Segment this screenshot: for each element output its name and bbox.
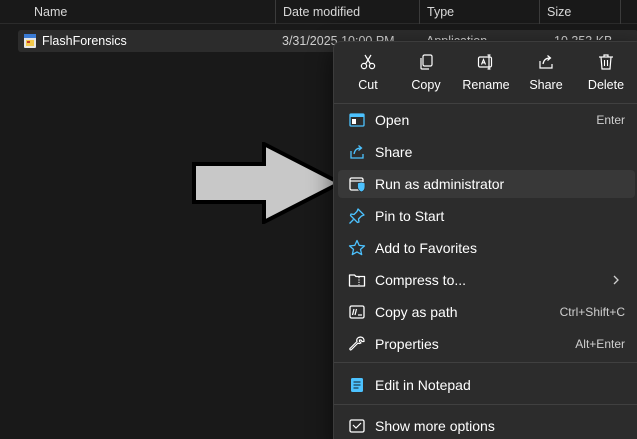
trash-icon	[599, 54, 613, 70]
file-name: FlashForensics	[42, 34, 127, 48]
shield-window-icon	[349, 177, 366, 193]
menu-item-show-more-options-label: Show more options	[375, 418, 495, 434]
column-header-date-modified[interactable]: Date modified	[276, 0, 419, 24]
copy-label: Copy	[411, 78, 441, 92]
menu-item-run-as-administrator-label: Run as administrator	[375, 176, 505, 192]
menu-item-copy-as-path-label: Copy as path	[375, 304, 458, 320]
sort-caret-icon: ⌃	[146, 0, 156, 4]
more-options-icon	[349, 419, 365, 433]
share-icon	[350, 145, 364, 159]
quick-actions-bar: Cut Copy Rename Share Delete	[334, 42, 637, 100]
menu-item-add-to-favorites[interactable]: Add to Favorites	[338, 234, 635, 262]
path-icon	[349, 305, 365, 319]
zip-folder-icon	[348, 274, 366, 287]
menu-item-run-as-administrator[interactable]: Run as administrator	[338, 170, 635, 198]
menu-item-compress-to[interactable]: Compress to...	[338, 266, 635, 294]
scissors-icon	[360, 54, 376, 70]
window-icon	[349, 113, 365, 127]
column-header-size[interactable]: Size	[540, 0, 620, 24]
rename-icon	[477, 54, 493, 70]
menu-item-pin-to-start[interactable]: Pin to Start	[338, 202, 635, 230]
menu-separator	[334, 103, 637, 104]
menu-item-open[interactable]: Open Enter	[338, 106, 635, 134]
delete-button[interactable]: Delete	[577, 48, 635, 96]
share-quick-label: Share	[529, 78, 563, 92]
menu-item-add-to-favorites-label: Add to Favorites	[375, 240, 477, 256]
menu-item-copy-as-path-shortcut: Ctrl+Shift+C	[559, 305, 625, 319]
context-menu: Cut Copy Rename Share Delete Open Enter …	[333, 41, 637, 439]
share-icon	[539, 55, 553, 69]
column-header-type[interactable]: Type	[420, 0, 539, 24]
menu-item-compress-to-label: Compress to...	[375, 272, 467, 288]
menu-item-edit-in-notepad[interactable]: Edit in Notepad	[338, 371, 635, 399]
menu-item-properties[interactable]: Properties Alt+Enter	[338, 330, 635, 358]
menu-item-pin-to-start-label: Pin to Start	[375, 208, 445, 224]
share-quick-button[interactable]: Share	[517, 48, 575, 96]
copy-icon	[420, 54, 433, 70]
menu-item-share[interactable]: Share	[338, 138, 635, 166]
menu-item-edit-in-notepad-label: Edit in Notepad	[375, 377, 471, 393]
menu-separator	[334, 404, 637, 405]
column-header-bar: Name ⌃ Date modified Type Size	[0, 0, 637, 24]
annotation-arrow	[192, 142, 344, 224]
pin-icon	[349, 208, 365, 224]
wrench-icon	[349, 336, 365, 351]
cut-label: Cut	[358, 78, 378, 92]
menu-item-share-label: Share	[375, 144, 413, 160]
menu-item-open-shortcut: Enter	[596, 113, 625, 127]
column-divider[interactable]	[620, 0, 621, 24]
notepad-icon	[351, 378, 363, 392]
chevron-right-icon	[613, 275, 619, 285]
menu-item-copy-as-path[interactable]: Copy as path Ctrl+Shift+C	[338, 298, 635, 326]
menu-separator	[334, 362, 637, 363]
menu-item-properties-shortcut: Alt+Enter	[575, 337, 625, 351]
menu-item-open-label: Open	[375, 112, 410, 128]
application-file-icon	[24, 34, 36, 48]
rename-button[interactable]: Rename	[457, 48, 515, 96]
delete-label: Delete	[587, 78, 625, 92]
file-explorer-window: Name ⌃ Date modified Type Size FlashFore…	[0, 0, 637, 439]
menu-item-properties-label: Properties	[375, 336, 439, 352]
cut-button[interactable]: Cut	[339, 48, 397, 96]
copy-button[interactable]: Copy	[397, 48, 455, 96]
rename-label: Rename	[462, 78, 510, 92]
menu-item-show-more-options[interactable]: Show more options	[338, 412, 635, 439]
star-icon	[348, 239, 366, 256]
